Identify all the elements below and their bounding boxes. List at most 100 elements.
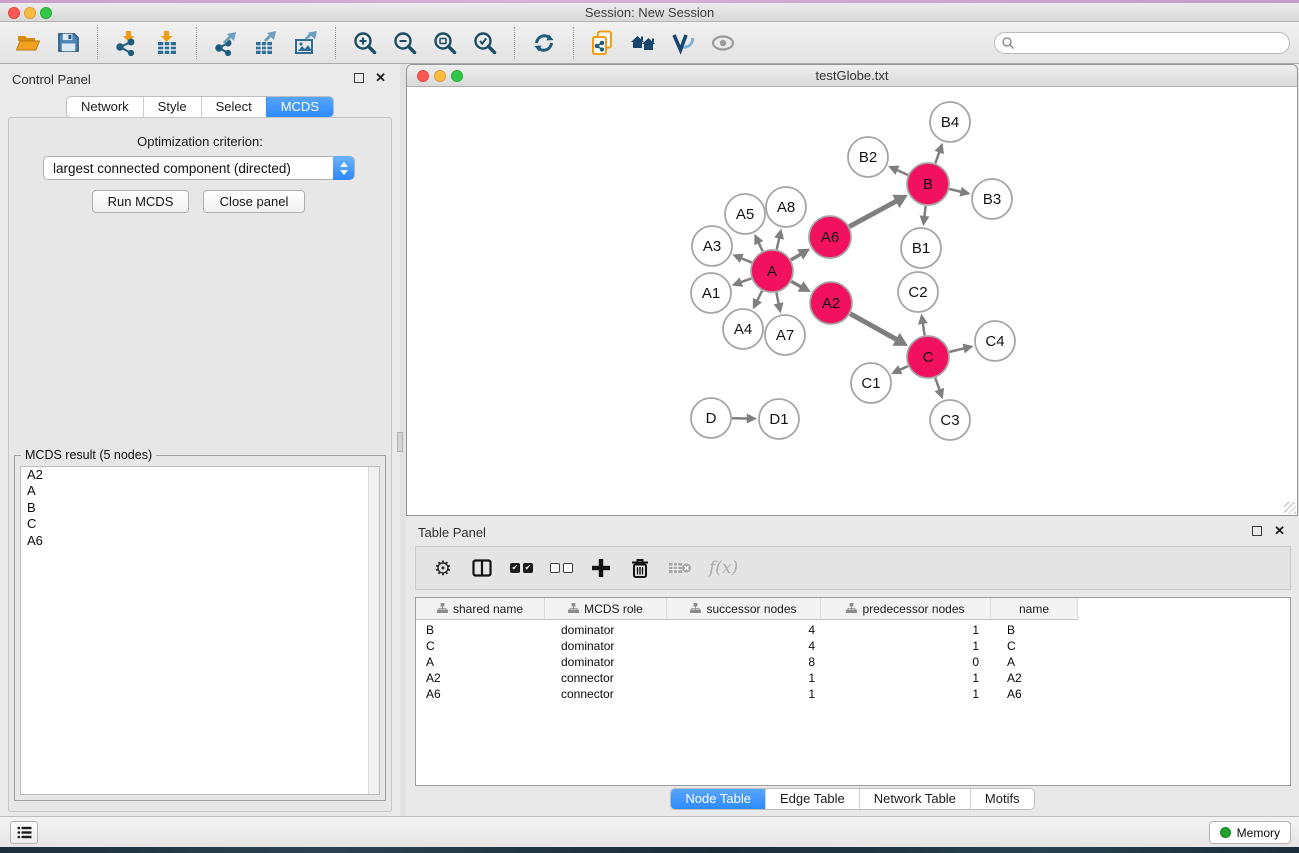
export-network-button[interactable]	[206, 25, 246, 61]
table-cell[interactable]: B	[991, 622, 1078, 638]
zoom-traffic-light[interactable]	[40, 7, 52, 19]
function-builder-button[interactable]: f(x)	[709, 555, 738, 581]
table-row[interactable]: A6connector11A6	[416, 686, 1290, 702]
column-header-predecessor-nodes[interactable]: predecessor nodes	[821, 598, 991, 620]
table-cell[interactable]: B	[416, 622, 545, 638]
save-session-button[interactable]	[48, 25, 88, 61]
table-cell[interactable]: dominator	[545, 654, 667, 670]
table-close-panel-icon[interactable]: ✕	[1274, 523, 1285, 539]
network-close-traffic-light[interactable]	[417, 70, 429, 82]
table-cell[interactable]: C	[416, 638, 545, 654]
table-cell[interactable]: A2	[416, 670, 545, 686]
table-row[interactable]: A2connector11A2	[416, 670, 1290, 686]
table-cell[interactable]: A	[991, 654, 1078, 670]
window-resize-handle[interactable]	[1284, 502, 1296, 514]
table-cell[interactable]: 4	[667, 622, 821, 638]
mcds-result-item[interactable]: A2	[21, 467, 379, 483]
table-row[interactable]: Bdominator41B	[416, 622, 1290, 638]
table-cell[interactable]: 0	[821, 654, 991, 670]
mcds-result-item[interactable]: B	[21, 500, 379, 516]
table-cell[interactable]: 1	[667, 686, 821, 702]
memory-button[interactable]: Memory	[1209, 821, 1291, 844]
table-cell[interactable]: 1	[821, 670, 991, 686]
graph-edge-C-C4[interactable]	[949, 348, 965, 352]
table-cell[interactable]: 1	[821, 686, 991, 702]
network-minimize-traffic-light[interactable]	[434, 70, 446, 82]
task-history-button[interactable]	[10, 821, 38, 844]
table-cell[interactable]: A	[416, 654, 545, 670]
add-column-button[interactable]	[590, 555, 612, 581]
close-traffic-light[interactable]	[8, 7, 20, 19]
table-cell[interactable]: 1	[821, 638, 991, 654]
open-session-button[interactable]	[8, 25, 48, 61]
search-input[interactable]	[994, 32, 1290, 54]
close-panel-button[interactable]: Close panel	[203, 190, 305, 213]
network-zoom-traffic-light[interactable]	[451, 70, 463, 82]
graph-edge-B-B4[interactable]	[935, 151, 940, 164]
graph-edge-A2-C[interactable]	[850, 314, 898, 341]
table-cell[interactable]: 1	[667, 670, 821, 686]
select-all-columns-button[interactable]: ✔ ✔	[510, 555, 533, 581]
tab-style[interactable]: Style	[143, 97, 201, 117]
table-cell[interactable]: connector	[545, 686, 667, 702]
mcds-result-item[interactable]: A	[21, 483, 379, 499]
zoom-fit-button[interactable]	[425, 25, 465, 61]
show-hide-graphics-button[interactable]	[703, 25, 743, 61]
zoom-out-button[interactable]	[385, 25, 425, 61]
graph-edge-B-B3[interactable]	[949, 189, 962, 192]
duplicate-network-button[interactable]	[583, 25, 623, 61]
delete-table-button[interactable]	[668, 555, 692, 581]
result-list-scrollbar[interactable]	[368, 467, 379, 794]
table-cell[interactable]: A6	[991, 686, 1078, 702]
import-table-button[interactable]	[147, 25, 187, 61]
column-header-shared-name[interactable]: shared name	[416, 598, 545, 620]
table-cell[interactable]: 8	[667, 654, 821, 670]
table-cell[interactable]: dominator	[545, 622, 667, 638]
optimization-criterion-select[interactable]: largest connected component (directed)	[43, 156, 355, 180]
home-button[interactable]	[623, 25, 663, 61]
run-mcds-button[interactable]: Run MCDS	[92, 190, 189, 213]
graph-edge-C-C3[interactable]	[935, 378, 940, 392]
table-cell[interactable]: dominator	[545, 638, 667, 654]
table-cell[interactable]: A6	[416, 686, 545, 702]
float-panel-icon[interactable]	[354, 73, 364, 83]
table-cell[interactable]: 4	[667, 638, 821, 654]
tab-network[interactable]: Network	[67, 97, 143, 117]
table-cell[interactable]: connector	[545, 670, 667, 686]
table-cell[interactable]: A2	[991, 670, 1078, 686]
column-header-MCDS-role[interactable]: MCDS role	[545, 598, 667, 620]
table-row[interactable]: Adominator80A	[416, 654, 1290, 670]
graph-edge-C-C2[interactable]	[923, 322, 925, 335]
table-cell[interactable]: C	[991, 638, 1078, 654]
graph-edge-B-B2[interactable]	[896, 169, 908, 175]
close-panel-icon[interactable]: ✕	[375, 70, 386, 86]
export-table-button[interactable]	[246, 25, 286, 61]
split-view-button[interactable]	[471, 555, 493, 581]
column-header-name[interactable]: name	[991, 598, 1078, 620]
export-image-button[interactable]	[286, 25, 326, 61]
tab-select[interactable]: Select	[201, 97, 266, 117]
table-tab-motifs[interactable]: Motifs	[970, 789, 1034, 809]
zoom-selected-button[interactable]	[465, 25, 505, 61]
mcds-result-item[interactable]: A6	[21, 533, 379, 549]
column-header-successor-nodes[interactable]: successor nodes	[667, 598, 821, 620]
tab-mcds[interactable]: MCDS	[266, 97, 333, 117]
table-float-panel-icon[interactable]	[1252, 526, 1262, 536]
network-window-titlebar[interactable]: testGlobe.txt	[407, 65, 1297, 87]
graph-edge-A6-B[interactable]	[849, 200, 897, 226]
import-network-button[interactable]	[107, 25, 147, 61]
mcds-result-item[interactable]: C	[21, 516, 379, 532]
table-cell[interactable]: 1	[821, 622, 991, 638]
table-tab-node-table[interactable]: Node Table	[671, 789, 765, 809]
table-row[interactable]: Cdominator41C	[416, 638, 1290, 654]
table-tab-network-table[interactable]: Network Table	[859, 789, 970, 809]
refresh-layout-button[interactable]	[524, 25, 564, 61]
network-canvas[interactable]: AA1A2A3A4A5A6A7A8BB1B2B3B4CC1C2C3C4DD1	[407, 87, 1297, 515]
table-settings-button[interactable]: ⚙	[432, 555, 454, 581]
splitter-handle[interactable]	[397, 432, 403, 452]
table-tab-edge-table[interactable]: Edge Table	[765, 789, 859, 809]
zoom-in-button[interactable]	[345, 25, 385, 61]
deselect-all-columns-button[interactable]	[550, 555, 573, 581]
style-preview-button[interactable]	[663, 25, 703, 61]
delete-column-button[interactable]	[629, 555, 651, 581]
